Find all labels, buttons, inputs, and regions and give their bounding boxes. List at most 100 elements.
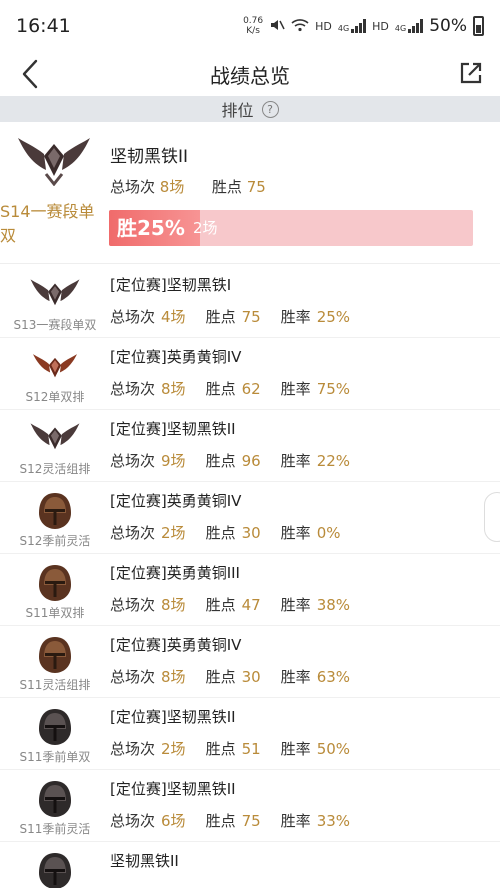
- win-rate-value: 50%: [316, 740, 351, 758]
- total-games-value: 4场: [161, 308, 186, 326]
- iron-rank-emblem-icon: [18, 136, 90, 187]
- rank-name: [定位赛]坚韧黑铁II: [110, 708, 236, 726]
- total-games-value: 9场: [161, 452, 186, 470]
- win-rate-value: 75%: [316, 380, 351, 398]
- rank-emblem-icon: [25, 564, 85, 602]
- season-row[interactable]: S11单双排 [定位赛]英勇黄铜III 总场次 8场 胜点 47 胜率 38%: [0, 554, 500, 626]
- rank-name: [定位赛]英勇黄铜IV: [110, 348, 242, 366]
- season-stats: 总场次 9场 胜点 96 胜率 22%: [110, 452, 351, 470]
- total-games-value: 8场: [161, 380, 186, 398]
- hd-label: HD: [315, 19, 332, 33]
- rank-emblem-icon: [25, 420, 85, 458]
- season-row[interactable]: S13一赛段单双 [定位赛]坚韧黑铁I 总场次 4场 胜点 75 胜率 25%: [0, 266, 500, 338]
- season-row[interactable]: S12灵活组排 [定位赛]坚韧黑铁II 总场次 9场 胜点 96 胜率 22%: [0, 410, 500, 482]
- league-points-value: 62: [241, 380, 261, 398]
- league-points-value: 30: [241, 668, 261, 686]
- status-bar: 16:41 0.76 K/s HD 4G HD 4G 50%: [0, 0, 500, 52]
- current-season-label: S14一赛段单双: [0, 202, 95, 245]
- total-games-value: 8场: [159, 178, 185, 196]
- total-games-value: 2场: [161, 524, 186, 542]
- share-button[interactable]: [456, 56, 486, 90]
- back-button[interactable]: [14, 54, 46, 94]
- help-circle-icon[interactable]: ?: [261, 100, 279, 118]
- rank-emblem-icon: [25, 708, 85, 746]
- season-name: S13一赛段单双: [13, 318, 97, 332]
- season-stats: 总场次 2场 胜点 51 胜率 50%: [110, 740, 351, 758]
- network-speed: 0.76 K/s: [243, 16, 264, 36]
- season-stats: 总场次 2场 胜点 30 胜率 0%: [110, 524, 341, 542]
- rank-name: [定位赛]英勇黄铜IV: [110, 492, 242, 510]
- rank-emblem-icon: [25, 852, 85, 888]
- win-rate-text: 胜25%: [117, 216, 185, 240]
- league-points-value: 75: [241, 308, 261, 326]
- league-points-value: 75: [241, 812, 261, 830]
- rank-emblem-icon: [25, 492, 85, 530]
- status-time: 16:41: [16, 15, 71, 37]
- win-rate-value: 63%: [316, 668, 351, 686]
- page-title: 战绩总览: [210, 63, 290, 88]
- rank-name: [定位赛]坚韧黑铁II: [110, 420, 236, 438]
- wins-count: 2场: [193, 219, 218, 237]
- rank-name: [定位赛]英勇黄铜IV: [110, 636, 242, 654]
- win-rate-value: 25%: [316, 308, 351, 326]
- chevron-left-icon: [22, 59, 38, 89]
- season-stats: 总场次 8场 胜点 62 胜率 75%: [110, 380, 351, 398]
- wifi-icon: [291, 18, 309, 35]
- total-games-value: 8场: [161, 596, 186, 614]
- battery-percent: 50%: [429, 16, 467, 36]
- section-label: 排位: [221, 101, 254, 120]
- season-name: S12季前灵活: [19, 534, 91, 548]
- rank-name: [定位赛]坚韧黑铁II: [110, 780, 236, 798]
- battery-icon: [473, 16, 484, 36]
- total-games-value: 8场: [161, 668, 186, 686]
- league-points-value: 96: [241, 452, 261, 470]
- rank-emblem-icon: [25, 348, 85, 386]
- season-row[interactable]: S12季前灵活 [定位赛]英勇黄铜IV 总场次 2场 胜点 30 胜率 0%: [0, 482, 500, 554]
- floating-edge-handle[interactable]: [484, 492, 500, 542]
- season-name: S11季前单双: [19, 750, 91, 764]
- current-season-card[interactable]: S14一赛段单双 坚韧黑铁II 总场次 8场 胜点 75 胜25% 2场: [0, 122, 500, 264]
- total-games-value: 2场: [161, 740, 186, 758]
- total-games-value: 6场: [161, 812, 186, 830]
- rank-name: [定位赛]英勇黄铜III: [110, 564, 240, 582]
- season-stats: 总场次 8场 胜点 30 胜率 63%: [110, 668, 351, 686]
- season-row[interactable]: S11季前灵活 [定位赛]坚韧黑铁II 总场次 6场 胜点 75 胜率 33%: [0, 770, 500, 842]
- rank-emblem-icon: [25, 780, 85, 818]
- season-name: S11单双排: [25, 606, 85, 620]
- season-name: S11季前灵活: [19, 822, 91, 836]
- hd-label: HD: [372, 19, 389, 33]
- league-points-value: 75: [246, 178, 266, 196]
- season-history-list: S13一赛段单双 [定位赛]坚韧黑铁I 总场次 4场 胜点 75 胜率 25% S12单双排 [定…: [0, 266, 500, 888]
- season-row[interactable]: S11季前单双 [定位赛]坚韧黑铁II 总场次 2场 胜点 51 胜率 50%: [0, 698, 500, 770]
- win-rate-value: 33%: [316, 812, 351, 830]
- win-rate-bar: 胜25% 2场: [109, 210, 473, 246]
- current-season-stats: 总场次 8场 胜点 75: [110, 178, 266, 196]
- league-points-value: 30: [241, 524, 261, 542]
- win-rate-value: 22%: [316, 452, 351, 470]
- season-stats: 总场次 6场 胜点 75 胜率 33%: [110, 812, 351, 830]
- season-row[interactable]: 坚韧黑铁II: [0, 842, 500, 888]
- signal-icon: 4G: [395, 19, 424, 33]
- league-points-value: 51: [241, 740, 261, 758]
- season-name: S11灵活组排: [19, 678, 91, 692]
- season-stats: 总场次 8场 胜点 47 胜率 38%: [110, 596, 351, 614]
- app-header: 战绩总览: [0, 52, 500, 96]
- season-row[interactable]: S11灵活组排 [定位赛]英勇黄铜IV 总场次 8场 胜点 30 胜率 63%: [0, 626, 500, 698]
- rank-emblem-icon: [25, 276, 85, 314]
- season-name: S12灵活组排: [19, 462, 91, 476]
- section-header-ranked: 排位 ?: [0, 96, 500, 122]
- season-name: S12单双排: [25, 390, 85, 404]
- rank-name: 坚韧黑铁II: [110, 852, 179, 870]
- season-row[interactable]: S12单双排 [定位赛]英勇黄铜IV 总场次 8场 胜点 62 胜率 75%: [0, 338, 500, 410]
- share-external-icon: [460, 62, 482, 84]
- mute-icon: [269, 17, 285, 36]
- current-rank-name: 坚韧黑铁II: [110, 147, 189, 167]
- league-points-value: 47: [241, 596, 261, 614]
- status-icons: 0.76 K/s HD 4G HD 4G 50%: [243, 16, 484, 36]
- rank-emblem-icon: [25, 636, 85, 674]
- signal-icon: 4G: [338, 19, 367, 33]
- rank-name: [定位赛]坚韧黑铁I: [110, 276, 232, 294]
- season-stats: 总场次 4场 胜点 75 胜率 25%: [110, 308, 351, 326]
- win-rate-value: 38%: [316, 596, 351, 614]
- win-rate-value: 0%: [316, 524, 341, 542]
